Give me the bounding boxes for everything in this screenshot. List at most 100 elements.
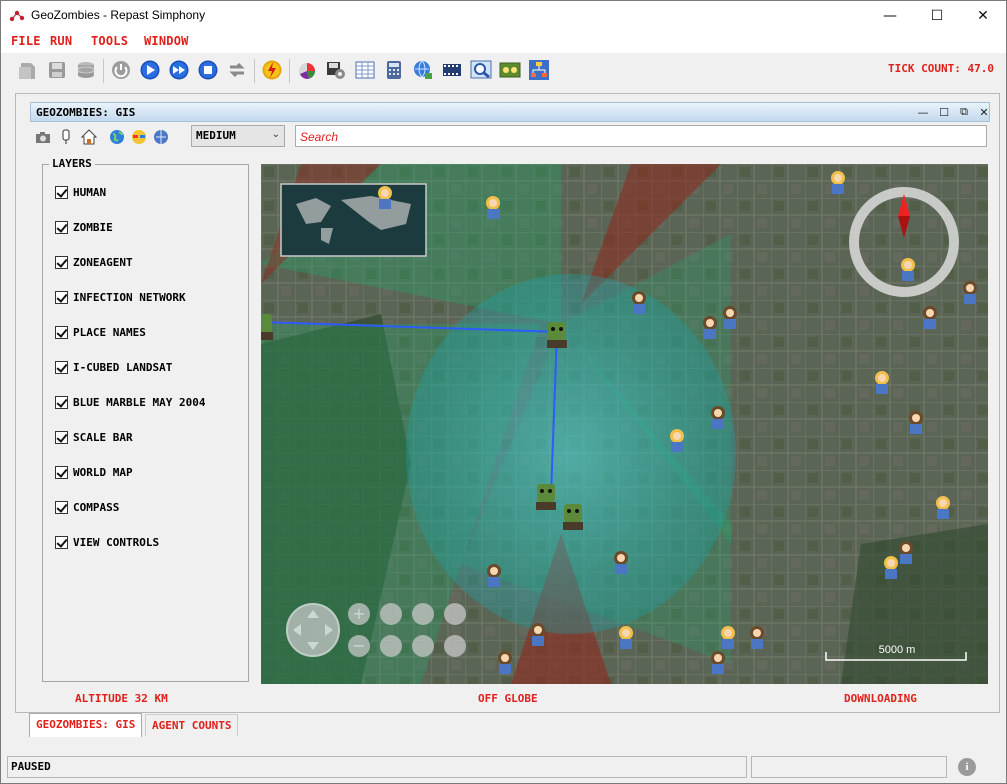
layer-checkbox[interactable]: [55, 255, 68, 269]
menu-run[interactable]: RUN: [50, 34, 72, 48]
layer-item-compass[interactable]: COMPASS: [55, 498, 119, 516]
cursor-icon[interactable]: [57, 128, 75, 146]
layer-item-place-names[interactable]: PLACE NAMES: [55, 323, 146, 341]
quality-value: MEDIUM: [196, 129, 236, 142]
tab-agent-counts[interactable]: AGENT COUNTS: [145, 714, 239, 736]
layer-item-infection-network[interactable]: INFECTION NETWORK: [55, 288, 186, 306]
layer-label: I-CUBED LANDSAT: [73, 360, 173, 374]
layer-checkbox[interactable]: [55, 360, 68, 374]
menu-file[interactable]: FILE: [11, 34, 41, 48]
gis-panel-title: GEOZOMBIES: GIS: [36, 106, 136, 119]
svg-text:−: −: [352, 636, 365, 655]
app-window: GeoZombies - Repast Simphony — ☐ ✕ FILE …: [0, 0, 1007, 784]
layer-checkbox[interactable]: [55, 500, 68, 514]
fast-forward-icon[interactable]: [166, 57, 192, 83]
layer-checkbox[interactable]: [55, 185, 68, 199]
layer-item-zoneagent[interactable]: ZONEAGENT: [55, 253, 133, 271]
layer-checkbox[interactable]: [55, 325, 68, 339]
map-view[interactable]: + − 5000 m: [261, 164, 988, 684]
menu-tools[interactable]: TOOLS: [91, 34, 128, 48]
panel-maximize-icon[interactable]: ☐: [937, 105, 951, 119]
search-input[interactable]: [296, 127, 986, 147]
layer-item-landsat[interactable]: I-CUBED LANDSAT: [55, 358, 172, 376]
layer-label: ZONEAGENT: [73, 255, 133, 269]
chevron-down-icon: ⌄: [271, 129, 280, 140]
spreadsheet-icon[interactable]: [352, 57, 378, 83]
layers-title: LAYERS: [49, 157, 95, 170]
layer-checkbox[interactable]: [55, 290, 68, 304]
globe-status: OFF GLOBE: [478, 692, 538, 705]
run-state: PAUSED: [11, 760, 51, 773]
power-icon[interactable]: [108, 57, 134, 83]
menu-window[interactable]: WINDOW: [144, 34, 189, 48]
layer-item-scale-bar[interactable]: SCALE BAR: [55, 428, 133, 446]
menu-bar: FILE RUN TOOLS WINDOW: [1, 31, 1006, 53]
flat-map-icon[interactable]: [152, 128, 170, 146]
layer-label: ZOMBIE: [73, 220, 113, 234]
quality-dropdown[interactable]: MEDIUM ⌄: [191, 125, 285, 147]
camera-icon[interactable]: [34, 128, 52, 146]
scale-label: 5000 m: [879, 644, 916, 656]
layer-label: COMPASS: [73, 500, 120, 514]
film-icon[interactable]: [439, 57, 465, 83]
status-message-field: PAUSED: [7, 756, 747, 778]
window-title: GeoZombies - Repast Simphony: [31, 8, 206, 22]
layer-item-blue-marble[interactable]: BLUE MARBLE MAY 2004: [55, 393, 205, 411]
play-icon[interactable]: [137, 57, 163, 83]
chart-icon[interactable]: [294, 57, 320, 83]
search-box[interactable]: [295, 125, 987, 147]
panel-close-icon[interactable]: ✕: [977, 105, 991, 119]
database-icon[interactable]: [73, 57, 99, 83]
flowchart-icon[interactable]: [526, 57, 552, 83]
toolbar-separator: [103, 59, 104, 83]
layer-checkbox[interactable]: [55, 395, 68, 409]
stereo-glasses-icon[interactable]: [130, 128, 148, 146]
magnifier-icon[interactable]: [468, 57, 494, 83]
home-icon[interactable]: [80, 128, 98, 146]
lightning-icon[interactable]: [259, 57, 285, 83]
save-settings-icon[interactable]: [323, 57, 349, 83]
altitude-readout: ALTITUDE 32 KM: [75, 692, 168, 705]
layer-checkbox[interactable]: [55, 465, 68, 479]
layer-checkbox[interactable]: [55, 430, 68, 444]
globe-icon[interactable]: [108, 128, 126, 146]
load-model-icon[interactable]: [15, 57, 41, 83]
close-button[interactable]: ✕: [960, 1, 1006, 31]
tick-count: TICK COUNT: 47.0: [888, 62, 994, 75]
repast-logo-icon: [9, 10, 25, 22]
calculator-icon[interactable]: [381, 57, 407, 83]
display-icon[interactable]: [497, 57, 523, 83]
layer-item-world-map[interactable]: WORLD MAP: [55, 463, 133, 481]
stop-icon[interactable]: [195, 57, 221, 83]
layer-label: BLUE MARBLE MAY 2004: [73, 395, 206, 409]
info-icon[interactable]: i: [958, 758, 976, 776]
minimize-button[interactable]: —: [867, 1, 913, 31]
tab-gis[interactable]: GEOZOMBIES: GIS: [29, 713, 143, 737]
gis-panel-header: GEOZOMBIES: GIS — ☐ ⧉ ✕: [30, 102, 990, 122]
title-bar: GeoZombies - Repast Simphony — ☐ ✕: [1, 1, 1006, 31]
layer-label: SCALE BAR: [73, 430, 133, 444]
layer-checkbox[interactable]: [55, 535, 68, 549]
panel-minimize-icon[interactable]: —: [916, 105, 930, 119]
panel-tabs: GEOZOMBIES: GIS AGENT COUNTS: [15, 713, 1000, 737]
maximize-button[interactable]: ☐: [914, 1, 960, 31]
network-icon[interactable]: [410, 57, 436, 83]
layer-item-human[interactable]: HUMAN: [55, 183, 106, 201]
map-canvas[interactable]: + − 5000 m: [261, 164, 988, 684]
layer-label: HUMAN: [73, 185, 107, 199]
layer-checkbox[interactable]: [55, 220, 68, 234]
save-icon[interactable]: [44, 57, 70, 83]
panel-float-icon[interactable]: ⧉: [957, 105, 971, 119]
toolbar-separator: [254, 59, 255, 83]
status-progress-field: [751, 756, 947, 778]
toolbar-separator: [289, 59, 290, 83]
layer-label: WORLD MAP: [73, 465, 133, 479]
layer-label: INFECTION NETWORK: [73, 290, 186, 304]
layer-item-zombie[interactable]: ZOMBIE: [55, 218, 113, 236]
gis-panel: GEOZOMBIES: GIS — ☐ ⧉ ✕ MEDIUM ⌄ LAYERS …: [15, 93, 1000, 713]
toolbar: TICK COUNT: 47.0: [1, 53, 1006, 89]
reset-icon[interactable]: [224, 57, 250, 83]
download-status: DOWNLOADING: [844, 692, 917, 705]
layer-label: VIEW CONTROLS: [73, 535, 160, 549]
layer-item-view-controls[interactable]: VIEW CONTROLS: [55, 533, 159, 551]
